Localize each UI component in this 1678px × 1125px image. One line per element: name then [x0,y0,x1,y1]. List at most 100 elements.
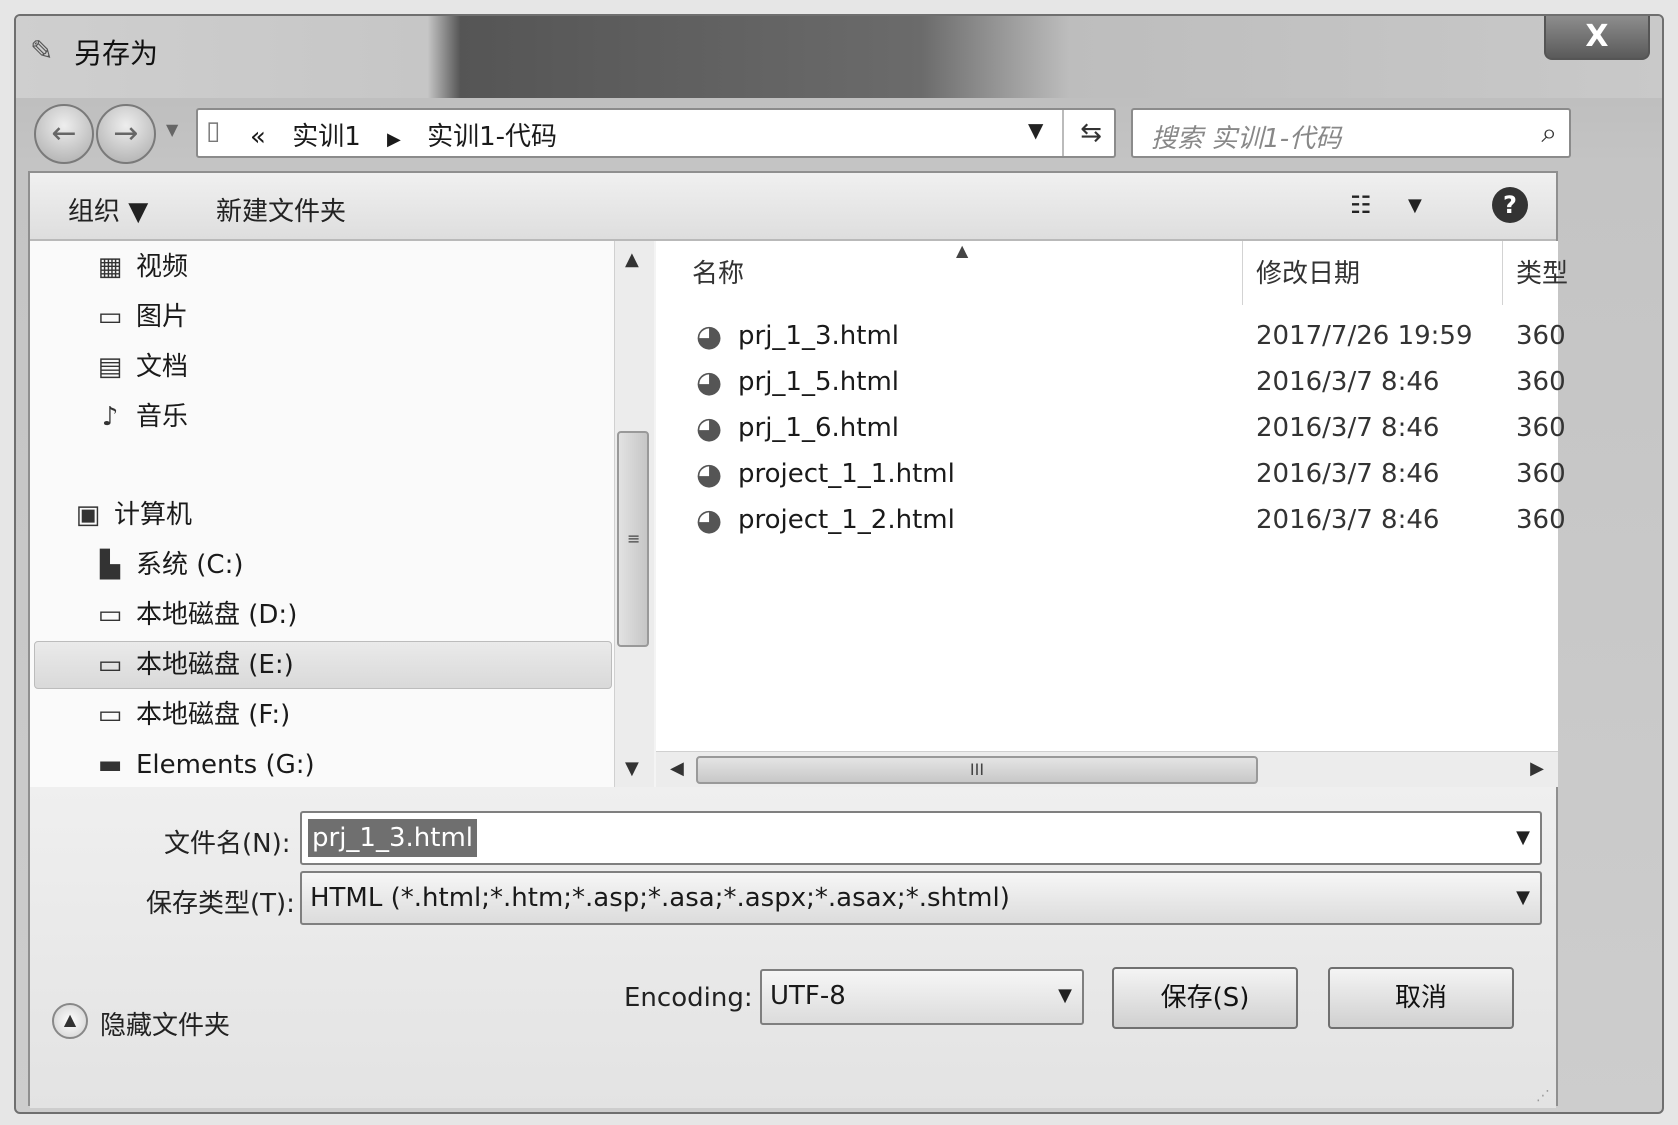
sidebar-item-label: 音乐 [136,402,189,432]
search-icon[interactable]: ⌕ [1541,116,1557,150]
file-type: 360 [1516,413,1566,443]
help-icon[interactable]: ? [1492,187,1528,223]
scroll-grip-icon: ≡ [627,529,641,548]
view-options-icon[interactable]: ☷ [1350,191,1372,219]
filetype-dropdown-icon[interactable]: ▼ [1516,887,1530,908]
filetype-select[interactable]: HTML (*.html;*.htm;*.asp;*.asa;*.aspx;*.… [300,871,1542,925]
file-date: 2016/3/7 8:46 [1256,459,1440,489]
column-header-type[interactable]: 类型 [1516,253,1568,290]
search-input[interactable]: 搜索 实训1-代码 ⌕ [1131,108,1571,158]
column-header-date[interactable]: 修改日期 [1256,253,1360,290]
wd-drive-icon: ▬ [97,750,123,780]
save-as-dialog: ✎ 另存为 X ← → ▼ ▯ « 实训1 ▶ 实训1-代码 ▼ ⇆ 搜索 实训… [14,14,1664,1114]
file-list: ▲ 名称 修改日期 类型 ◕ prj_1_3.html 2017/7/26 19… [656,241,1568,787]
breadcrumb: « 实训1 ▶ 实训1-代码 [250,116,575,153]
close-button[interactable]: X [1544,16,1650,60]
breadcrumb-overflow[interactable]: « [250,122,266,152]
sidebar-item-drive-e[interactable]: ▭ 本地磁盘 (E:) [92,643,294,687]
resize-grip-icon[interactable]: ⋰ [1536,1088,1550,1104]
address-bar[interactable]: ▯ « 实训1 ▶ 实训1-代码 ▼ ⇆ [196,108,1116,158]
sidebar-item-label: 文档 [136,352,189,382]
html-file-icon: ◕ [696,319,723,354]
file-row[interactable]: ◕ project_1_1.html 2016/3/7 8:46 360 [656,453,1566,497]
encoding-dropdown-icon[interactable]: ▼ [1058,985,1072,1006]
encoding-value: UTF-8 [770,981,846,1011]
sidebar-item-pictures[interactable]: ▭ 图片 [92,295,188,339]
sidebar-item-label: 本地磁盘 (D:) [136,600,298,630]
sidebar-item-label: 本地磁盘 (F:) [136,700,291,730]
sidebar-item-drive-f[interactable]: ▭ 本地磁盘 (F:) [92,693,291,737]
navigation-scrollbar[interactable]: ▲ ≡ ▼ [614,241,654,787]
organize-button[interactable]: 组织 ▼ [68,191,148,228]
sidebar-item-music[interactable]: ♪ 音乐 [92,395,188,439]
hide-folders-toggle[interactable]: 隐藏文件夹 [100,1005,230,1042]
file-row[interactable]: ◕ project_1_2.html 2016/3/7 8:46 360 [656,499,1566,543]
column-divider[interactable] [1502,241,1503,305]
file-row[interactable]: ◕ prj_1_6.html 2016/3/7 8:46 360 [656,407,1566,451]
filetype-label: 保存类型(T): [146,889,295,919]
chevron-up-icon[interactable]: ▲ [52,1003,88,1039]
html-file-icon: ◕ [696,365,723,400]
file-name: project_1_2.html [738,505,955,535]
sidebar-item-drive-c[interactable]: ▙ 系统 (C:) [92,543,243,587]
hard-drive-icon: ▭ [97,700,123,730]
window-title: 另存为 [74,37,159,70]
encoding-select[interactable]: UTF-8 ▼ [760,969,1084,1025]
file-date: 2016/3/7 8:46 [1256,413,1440,443]
sidebar-item-drive-d[interactable]: ▭ 本地磁盘 (D:) [92,593,298,637]
sidebar-item-computer[interactable]: ▣ 计算机 [70,493,192,537]
sidebar-item-label: Elements (G:) [136,750,315,780]
breadcrumb-item-shixun1[interactable]: 实训1 [292,122,361,152]
save-as-icon: ✎ [30,34,54,67]
title-bar[interactable]: ✎ 另存为 X [16,16,1662,98]
sidebar-item-label: 系统 (C:) [136,550,244,580]
new-folder-button[interactable]: 新建文件夹 [216,191,346,228]
forward-arrow-icon[interactable]: → [96,104,156,164]
navigation-bar: ← → ▼ ▯ « 实训1 ▶ 实训1-代码 ▼ ⇆ 搜索 实训1-代码 ⌕ [16,100,1662,172]
file-type: 360 [1516,367,1566,397]
html-file-icon: ◕ [696,503,723,538]
file-name: project_1_1.html [738,459,955,489]
save-button[interactable]: 保存(S) [1112,967,1298,1029]
filename-value[interactable]: prj_1_3.html [308,819,477,857]
hard-drive-icon: ▭ [97,650,123,680]
address-dropdown-icon[interactable]: ▼ [1028,118,1043,142]
filetype-value: HTML (*.html;*.htm;*.asp;*.asa;*.aspx;*.… [310,883,1010,913]
sidebar-item-documents[interactable]: ▤ 文档 [92,345,188,389]
filename-dropdown-icon[interactable]: ▼ [1516,827,1530,848]
recent-locations-dropdown-icon[interactable]: ▼ [166,120,178,139]
column-divider[interactable] [1242,241,1243,305]
scroll-right-icon[interactable]: ▶ [1530,758,1544,779]
sidebar-item-label: 本地磁盘 (E:) [136,650,294,680]
scroll-up-icon[interactable]: ▲ [625,249,639,270]
file-type: 360 [1516,505,1566,535]
file-type: 360 [1516,321,1566,351]
column-header-name[interactable]: 名称 [692,253,744,290]
pictures-icon: ▭ [97,302,123,332]
back-arrow-icon[interactable]: ← [34,104,94,164]
html-file-icon: ◕ [696,411,723,446]
scrollbar-thumb[interactable]: ≡ [617,431,649,647]
view-dropdown-icon[interactable]: ▼ [1408,195,1422,216]
computer-icon: ▣ [75,500,101,530]
filename-field[interactable]: prj_1_3.html ▼ [300,811,1542,865]
sidebar-item-drive-g[interactable]: ▬ Elements (G:) [92,743,315,787]
cancel-button[interactable]: 取消 [1328,967,1514,1029]
scroll-left-icon[interactable]: ◀ [670,758,684,779]
breadcrumb-separator-icon[interactable]: ▶ [387,129,401,150]
horizontal-scrollbar[interactable]: ◀ III ▶ [656,751,1558,787]
html-file-icon: ◕ [696,457,723,492]
save-options-area: 文件名(N): prj_1_3.html ▼ 保存类型(T): HTML (*.… [30,787,1556,1108]
file-row[interactable]: ◕ prj_1_5.html 2016/3/7 8:46 360 [656,361,1566,405]
file-date: 2016/3/7 8:46 [1256,505,1440,535]
scrollbar-thumb[interactable]: III [696,756,1258,784]
refresh-icon[interactable]: ⇆ [1062,110,1118,156]
documents-icon: ▤ [97,352,123,382]
file-row[interactable]: ◕ prj_1_3.html 2017/7/26 19:59 360 [656,315,1566,359]
scroll-down-icon[interactable]: ▼ [625,758,639,779]
breadcrumb-item-shixun1-code[interactable]: 实训1-代码 [427,122,557,152]
file-type: 360 [1516,459,1566,489]
sidebar-item-videos[interactable]: ▦ 视频 [92,245,188,289]
file-name: prj_1_6.html [738,413,899,443]
file-name: prj_1_3.html [738,321,899,351]
